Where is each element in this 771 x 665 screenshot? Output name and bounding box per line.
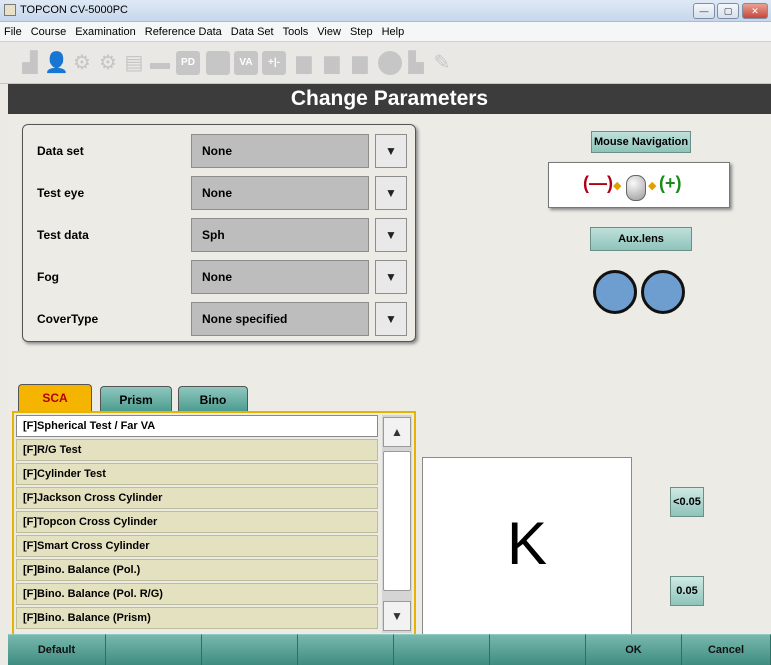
list-item[interactable]: [F]Bino. Balance (Prism) [16,607,378,629]
refractor-icon[interactable]: ▟ [18,51,42,75]
menu-view[interactable]: View [317,26,341,38]
chevron-down-icon[interactable]: ▼ [375,260,407,294]
chevron-down-icon[interactable]: ▼ [375,218,407,252]
fog-select[interactable]: None [191,260,369,294]
menu-course[interactable]: Course [31,26,66,38]
list-item[interactable]: [F]Smart Cross Cylinder [16,535,378,557]
arrow-right-icon: ◆ [648,180,657,192]
ok-button[interactable]: OK [586,634,682,665]
param-label: CoverType [37,312,99,326]
scroll-down-icon[interactable]: ▼ [383,601,411,631]
chart-icon[interactable] [206,51,230,75]
circle-icon[interactable] [378,51,402,75]
list-item[interactable]: [F]Bino. Balance (Pol.) [16,559,378,581]
parameter-panel: Data set None ▼ Test eye None ▼ Test dat… [22,124,416,342]
close-button[interactable]: ✕ [742,3,768,19]
chevron-down-icon[interactable]: ▼ [375,134,407,168]
speech-icon-2[interactable]: ▆ [320,51,344,75]
page-title: Change Parameters [290,87,489,110]
lensmeter-icon[interactable]: ⚙ [70,51,94,75]
chart-letter: K [506,510,548,577]
default-button[interactable]: Default [8,634,106,665]
bottom-bar: Default OK Cancel [8,634,771,665]
mouse-icon [626,175,646,201]
param-row-fog: Fog None ▼ [23,260,417,294]
param-label: Test data [37,228,89,242]
mouse-navigation-panel: (—) ◆ ◆ (+) [548,162,730,208]
va-button[interactable]: 0.05 [670,576,704,606]
list-item[interactable]: [F]Spherical Test / Far VA [16,415,378,437]
scroll-thumb[interactable] [383,451,411,591]
data-set-select[interactable]: None [191,134,369,168]
chevron-down-icon[interactable]: ▼ [375,176,407,210]
chart-display: K [422,457,632,637]
mouse-navigation-button[interactable]: Mouse Navigation [591,131,691,153]
menu-help[interactable]: Help [382,26,405,38]
left-lens-icon[interactable] [641,270,685,314]
list-item[interactable]: [F]Topcon Cross Cylinder [16,511,378,533]
maximize-button[interactable]: ▢ [717,3,739,19]
menu-tools[interactable]: Tools [283,26,309,38]
chevron-down-icon[interactable]: ▼ [375,302,407,336]
list-scrollbar[interactable]: ▲ ▼ [382,415,412,633]
aux-lens-button[interactable]: Aux.lens [590,227,692,251]
menu-data-set[interactable]: Data Set [231,26,274,38]
folder-icon[interactable]: ▬ [148,51,172,75]
minimize-button[interactable]: — [693,3,715,19]
menu-file[interactable]: File [4,26,22,38]
param-label: Data set [37,144,84,158]
cover-type-select[interactable]: None specified [191,302,369,336]
bottom-slot-4[interactable] [298,634,394,665]
bottom-slot-3[interactable] [202,634,298,665]
window-title: TOPCON CV-5000PC [20,4,129,16]
tab-prism[interactable]: Prism [100,386,172,412]
printer-icon[interactable]: ▙ [404,51,428,75]
plus-minus-icon[interactable]: +|- [262,51,286,75]
cancel-button[interactable]: Cancel [682,634,771,665]
menu-reference-data[interactable]: Reference Data [145,26,222,38]
keyboard-icon[interactable]: ▤ [122,51,146,75]
test-data-select[interactable]: Sph [191,218,369,252]
minus-indicator: (—) [583,173,613,193]
bottom-slot-2[interactable] [106,634,202,665]
va-icon[interactable]: VA [234,51,258,75]
va-low-button[interactable]: <0.05 [670,487,704,517]
test-list: [F]Spherical Test / Far VA [F]R/G Test [… [12,411,416,637]
right-lens-icon[interactable] [593,270,637,314]
param-label: Test eye [37,186,85,200]
speech-icon[interactable]: ▆ [292,51,316,75]
bottom-slot-6[interactable] [490,634,586,665]
bottom-slot-5[interactable] [394,634,490,665]
menu-examination[interactable]: Examination [75,26,136,38]
list-item[interactable]: [F]R/G Test [16,439,378,461]
scroll-up-icon[interactable]: ▲ [383,417,411,447]
pd-icon[interactable]: PD [176,51,200,75]
list-item[interactable]: [F]Jackson Cross Cylinder [16,487,378,509]
main-panel: Data set None ▼ Test eye None ▼ Test dat… [8,114,771,637]
param-label: Fog [37,270,59,284]
param-row-cover-type: CoverType None specified ▼ [23,302,417,336]
list-item[interactable]: [F]Bino. Balance (Pol. R/G) [16,583,378,605]
title-bar: TOPCON CV-5000PC — ▢ ✕ [0,0,771,22]
tab-bino[interactable]: Bino [178,386,248,412]
wrench-icon[interactable]: ✎ [430,51,454,75]
tab-sca[interactable]: SCA [18,384,92,412]
param-row-data-set: Data set None ▼ [23,134,417,168]
plus-indicator: (+) [659,173,682,193]
autorefractor-icon[interactable]: ⚙ [96,51,120,75]
param-row-test-data: Test data Sph ▼ [23,218,417,252]
arrow-left-icon: ◆ [613,180,622,192]
test-eye-select[interactable]: None [191,176,369,210]
monitor-icon[interactable]: ▆ [348,51,372,75]
header: Change Parameters [8,84,771,114]
menu-step[interactable]: Step [350,26,373,38]
app-icon [4,4,16,16]
patient-icon[interactable]: 👤 [44,51,69,75]
list-item[interactable]: [F]Cylinder Test [16,463,378,485]
param-row-test-eye: Test eye None ▼ [23,176,417,210]
menu-bar: File Course Examination Reference Data D… [0,22,771,42]
toolbar: ▟ 👤 ⚙ ⚙ ▤ ▬ PD VA +|- ▆ ▆ ▆ ▙ ✎ [0,42,771,84]
